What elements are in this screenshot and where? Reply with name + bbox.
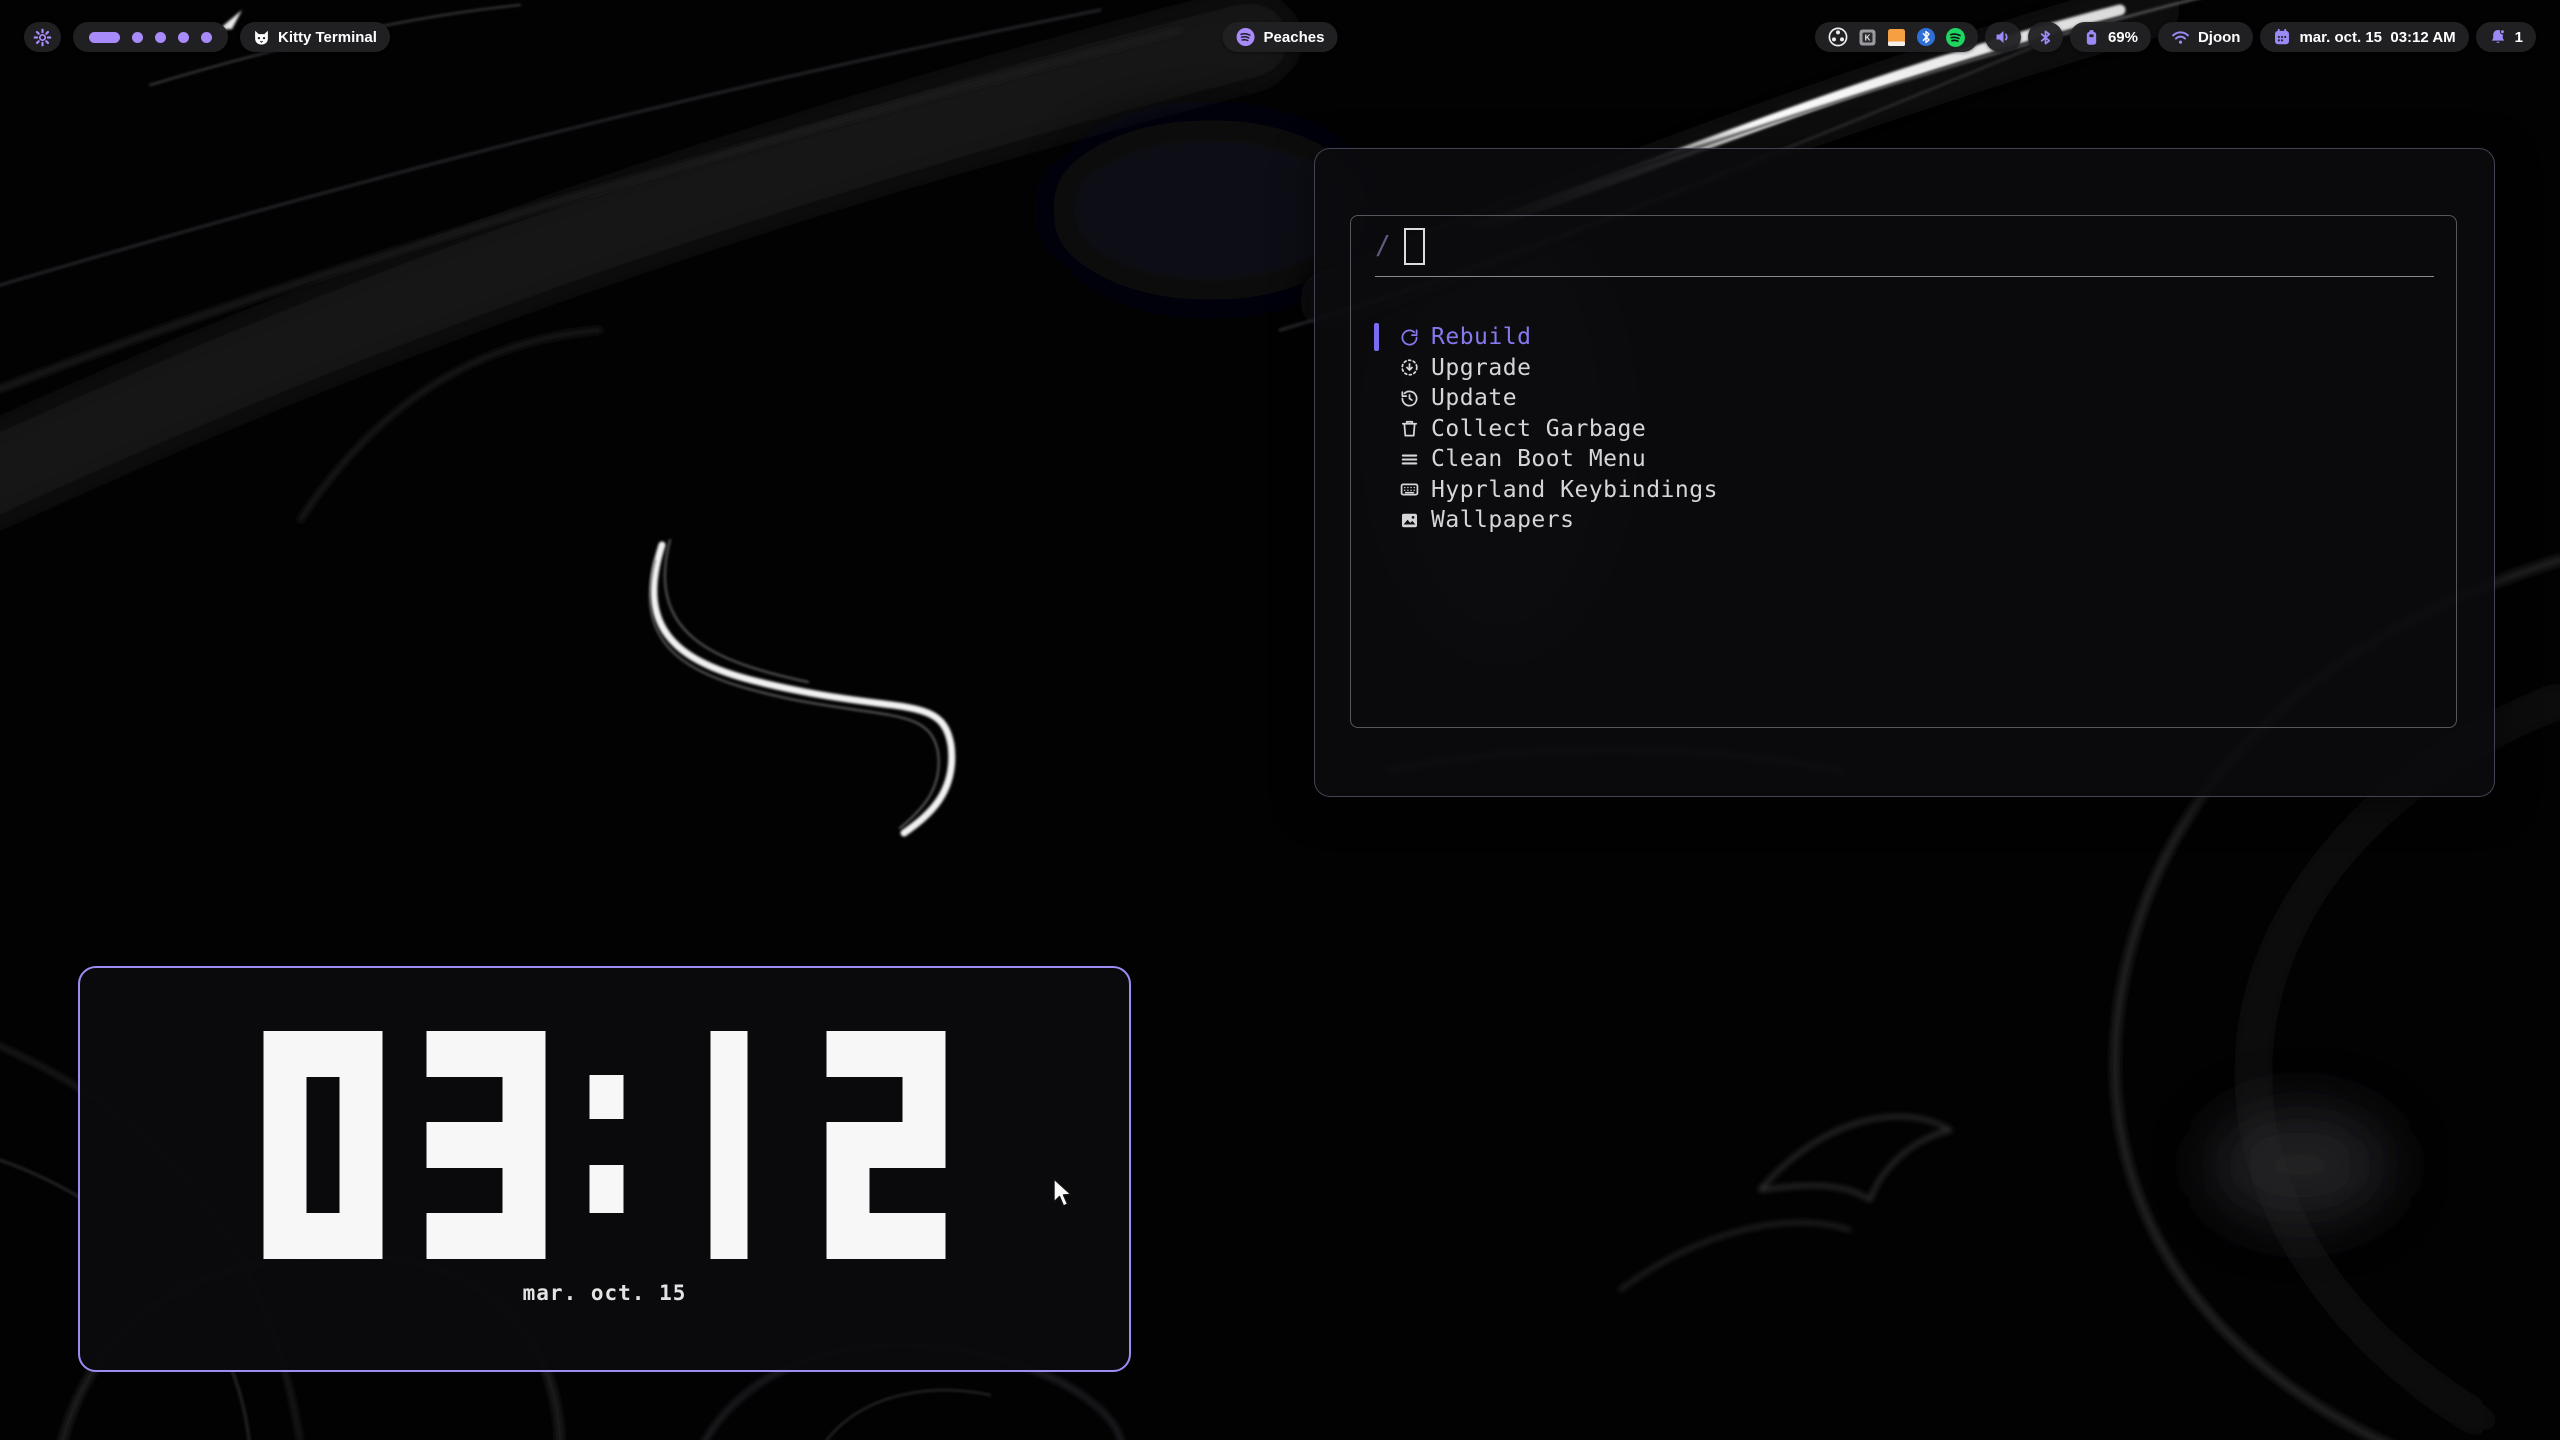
menu-item-rebuild[interactable]: Rebuild (1351, 322, 2456, 353)
search-separator (1375, 276, 2434, 277)
clock-widget: mar. oct. 15 (78, 966, 1131, 1372)
svg-text:K: K (1865, 33, 1871, 42)
menu-item-wallpapers[interactable]: Wallpapers (1351, 505, 2456, 536)
spotify-icon (1236, 27, 1256, 47)
clock-date: mar. oct. 15 (80, 1281, 1129, 1305)
download-circle-icon (1400, 358, 1419, 377)
search-prompt: / (1375, 231, 1391, 261)
bell-icon (2489, 28, 2507, 46)
workspaces-widget (73, 22, 228, 52)
selection-indicator (1374, 415, 1379, 443)
menu-item-clean-boot-menu[interactable]: Clean Boot Menu (1351, 444, 2456, 475)
menu-item-label: Upgrade (1431, 355, 1531, 381)
active-window-pill[interactable]: Kitty Terminal (240, 22, 390, 52)
menu-item-label: Wallpapers (1431, 507, 1574, 533)
clock-time-display (263, 1031, 946, 1259)
workspace-dot-3[interactable] (155, 32, 166, 43)
spotify-badge-tray-icon[interactable] (1945, 27, 1966, 48)
list-icon (1400, 450, 1419, 469)
keyboard-icon (1400, 480, 1419, 499)
selection-indicator (1374, 445, 1379, 473)
volume-pill[interactable] (1985, 22, 2021, 52)
notebook-tray-icon[interactable] (1886, 27, 1907, 48)
workspace-dot-4[interactable] (178, 32, 189, 43)
menu-item-hyprland-keybindings[interactable]: Hyprland Keybindings (1351, 475, 2456, 506)
menu-item-label: Collect Garbage (1431, 416, 1646, 442)
menu-item-label: Clean Boot Menu (1431, 446, 1646, 472)
cat-icon (253, 29, 270, 46)
battery-icon (2083, 29, 2100, 46)
gear-icon (33, 28, 52, 47)
menu-item-update[interactable]: Update (1351, 383, 2456, 414)
clock-digit-0 (263, 1031, 383, 1259)
image-icon (1400, 511, 1419, 530)
battery-percentage: 69% (2108, 29, 2138, 46)
selection-indicator (1374, 354, 1379, 382)
wifi-pill[interactable]: Djoon (2158, 22, 2254, 52)
notification-count: 1 (2515, 29, 2523, 46)
launcher-inner-box: / Rebuild Upgrade Update (1350, 215, 2457, 728)
workspace-dot-1[interactable] (89, 32, 120, 43)
clock-digit-2 (826, 1031, 946, 1259)
search-input[interactable]: / (1375, 216, 1425, 276)
menu-item-label: Hyprland Keybindings (1431, 477, 1718, 503)
desktop: Kitty Terminal Peaches K 69% Djoo (0, 0, 2560, 1440)
wifi-network-name: Djoon (2198, 29, 2241, 46)
menu-item-label: Update (1431, 385, 1517, 411)
selection-indicator (1374, 384, 1379, 412)
launcher-panel: / Rebuild Upgrade Update (1314, 148, 2495, 797)
selection-indicator (1374, 323, 1379, 351)
bluetooth-pill[interactable] (2028, 22, 2063, 52)
wifi-icon (2171, 28, 2190, 47)
launcher-button[interactable] (24, 22, 61, 52)
k-app-tray-icon[interactable]: K (1858, 28, 1877, 47)
bluetooth-badge-tray-icon[interactable] (1916, 27, 1936, 47)
menu-item-upgrade[interactable]: Upgrade (1351, 353, 2456, 384)
menu-item-label: Rebuild (1431, 324, 1531, 350)
menu-item-collect-garbage[interactable]: Collect Garbage (1351, 414, 2456, 445)
battery-pill[interactable]: 69% (2070, 22, 2151, 52)
text-cursor (1404, 228, 1425, 265)
calendar-icon (2273, 28, 2291, 46)
history-icon (1400, 389, 1419, 408)
notifications-pill[interactable]: 1 (2476, 22, 2536, 52)
clock-digit-3 (426, 1031, 546, 1259)
datetime-pill[interactable]: mar. oct. 15 03:12 AM (2260, 22, 2468, 52)
obs-tray-icon[interactable] (1827, 26, 1849, 48)
clock-colon (589, 1031, 623, 1259)
clock-digit-1 (710, 1031, 747, 1259)
system-tray: K (1815, 22, 1978, 52)
datetime-text: mar. oct. 15 03:12 AM (2299, 29, 2455, 46)
workspace-dot-2[interactable] (132, 32, 143, 43)
selection-indicator (1374, 476, 1379, 504)
mouse-cursor (1052, 1178, 1078, 1208)
trash-icon (1400, 419, 1419, 438)
launcher-menu-list: Rebuild Upgrade Update Collect Garbage (1351, 322, 2456, 536)
bluetooth-icon (2037, 29, 2054, 46)
active-window-title: Kitty Terminal (278, 29, 377, 46)
refresh-icon (1400, 328, 1419, 347)
selection-indicator (1374, 506, 1379, 534)
media-track-title: Peaches (1264, 29, 1325, 46)
media-player-pill[interactable]: Peaches (1223, 22, 1338, 52)
speaker-icon (1994, 28, 2012, 46)
workspace-dot-5[interactable] (201, 32, 212, 43)
